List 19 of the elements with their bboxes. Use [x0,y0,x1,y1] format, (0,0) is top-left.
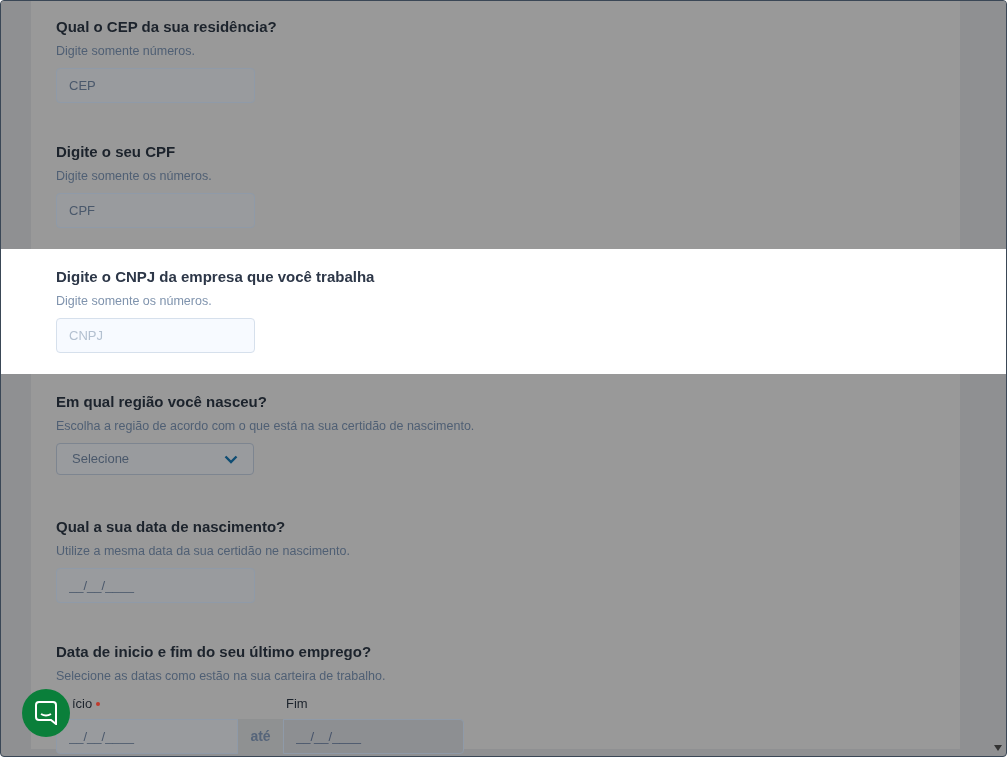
question-hint: Digite somente números. [56,43,196,59]
question-title: Em qual região você nasceu? [56,392,268,412]
input-field[interactable]: CEP [56,68,255,103]
question-title: Digite o CNPJ da empresa que você trabalha [56,267,376,287]
start-date-label: ício [72,695,93,713]
question-hint: Escolha a região de acordo com o que está na sua certidão de nascimento. [56,418,476,434]
select-dropdown[interactable]: Selecione [56,443,254,475]
question-title: Digite o seu CPF [56,142,177,162]
input-field[interactable]: __/__/____ [56,568,255,603]
question-title: Data de inicio e fim do seu último emprego? [56,642,373,662]
question-hint: Digite somente os números. [56,168,213,184]
input-field[interactable]: __/__/____ [56,718,238,754]
end-date-label: Fim [286,695,308,713]
question-hint: Utilize a mesma data da sua certidão ne nascimento. [56,543,351,559]
question-hint: Selecione as datas como estão na sua carteira de trabalho. [56,668,387,684]
question-hint: Digite somente os números. [56,293,213,309]
question-title: Qual a sua data de nascimento? [56,517,287,537]
question-title: Qual o CEP da sua residência? [56,17,278,37]
input-field[interactable]: CPF [56,193,255,228]
